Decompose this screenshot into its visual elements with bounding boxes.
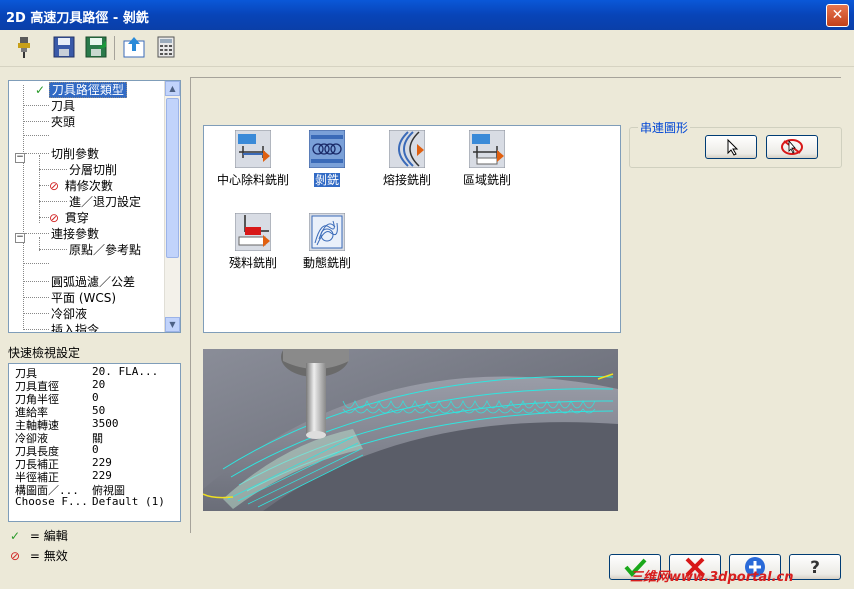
quick-view-panel: 刀具 20. FLA... 刀具直徑 20 刀角半徑 0 進給率 50 主軸轉速 3500… [8, 363, 181, 522]
calculator-icon[interactable] [154, 35, 178, 59]
toolpath-type-area-mill[interactable]: 區域銑削 [444, 129, 530, 188]
tree-item-cut-params[interactable]: − 切削參數 [15, 145, 101, 163]
title-bar: 2D 高速刀具路徑 - 剝銑 ✕ [0, 0, 854, 30]
save-as-icon[interactable] [84, 35, 108, 59]
rest-mill-icon [234, 212, 272, 252]
check-icon: ✓ [10, 529, 21, 543]
tree-item-blank[interactable] [23, 129, 53, 144]
dynamic-mill-icon [308, 212, 346, 252]
tree-item-canned-text[interactable]: 插入指令 [23, 321, 101, 332]
peel-mill-icon [308, 129, 346, 169]
tree-item-blank[interactable] [23, 257, 53, 272]
cancel-chain-icon [781, 139, 803, 155]
tree-item-toolpath-type[interactable]: ✓ 刀具路徑類型 [23, 81, 127, 98]
cursor-icon [727, 138, 739, 156]
clear-chain-button[interactable] [766, 135, 818, 159]
collapse-icon[interactable]: − [15, 153, 25, 163]
legend-edit: ✓ = 編輯 [10, 529, 68, 543]
core-mill-icon [234, 129, 272, 169]
tree-item-planes[interactable]: 平面 (WCS) [23, 289, 118, 305]
scroll-thumb[interactable] [166, 98, 179, 258]
select-chain-button[interactable] [705, 135, 757, 159]
svg-text:?: ? [810, 558, 820, 578]
save-icon[interactable] [52, 35, 76, 59]
tree-item-finish-passes[interactable]: ⊘ 精修次數 [39, 177, 115, 193]
tree-item-arc-filter[interactable]: 圓弧過濾／公差 [23, 273, 137, 289]
chain-geometry-title: 串連圖形 [638, 119, 691, 136]
area-mill-icon [468, 129, 506, 169]
tree-item-home-ref-points[interactable]: 原點／參考點 [39, 241, 143, 257]
import-icon[interactable] [122, 35, 146, 59]
disabled-icon: ⊘ [10, 549, 21, 563]
tree-item-coolant[interactable]: 冷卻液 [23, 305, 89, 321]
tree-item-tool[interactable]: 刀具 [23, 97, 77, 113]
toolpath-type-peel-mill[interactable]: 剝銑 [284, 129, 370, 188]
disabled-icon: ⊘ [49, 179, 60, 193]
tree-item-depth-cuts[interactable]: 分層切削 [39, 161, 119, 177]
toolpath-type-dynamic-mill[interactable]: 動態銑削 [284, 212, 370, 271]
parameter-tree: ✓ 刀具路徑類型 刀具 夾頭 − 切削參數 分層切削 ⊘ 精修次數 進／退刀設定 … [8, 80, 181, 333]
close-button[interactable]: ✕ [826, 4, 849, 27]
toolpath-type-blend-mill[interactable]: 熔接銑削 [364, 129, 450, 188]
blend-mill-icon [388, 129, 426, 169]
scroll-down-icon[interactable]: ▼ [165, 317, 180, 332]
tree-scrollbar[interactable]: ▲ ▼ [164, 81, 180, 332]
disabled-icon: ⊘ [49, 211, 60, 225]
tree-item-lead-in-out[interactable]: 進／退刀設定 [39, 193, 143, 209]
help-icon: ? [810, 558, 820, 578]
tool-icon[interactable] [12, 35, 36, 59]
toolpath-preview-image [203, 349, 618, 511]
tree-item-break-through[interactable]: ⊘ 貫穿 [39, 209, 91, 225]
toolbar [0, 30, 854, 67]
tree-item-linking-params[interactable]: − 連接參數 [15, 225, 101, 243]
watermark-text: 三维网www.3dportal.cn [630, 570, 794, 585]
toolpath-type-list: 中心除料銑削 剝銑 熔接銑削 區域銑削 殘料銑削 動態銑削 [203, 125, 621, 333]
collapse-icon[interactable]: − [15, 233, 25, 243]
help-button[interactable]: ? [789, 554, 841, 580]
tree-item-holder[interactable]: 夾頭 [23, 113, 77, 129]
check-icon: ✓ [35, 83, 46, 97]
legend-disabled: ⊘ = 無效 [10, 549, 68, 563]
scroll-up-icon[interactable]: ▲ [165, 81, 180, 96]
toolbar-separator [114, 36, 115, 60]
chain-geometry-group: 串連圖形 [629, 119, 842, 168]
quick-view-title: 快速檢視設定 [8, 346, 81, 360]
window-title: 2D 高速刀具路徑 - 剝銑 [6, 11, 149, 26]
